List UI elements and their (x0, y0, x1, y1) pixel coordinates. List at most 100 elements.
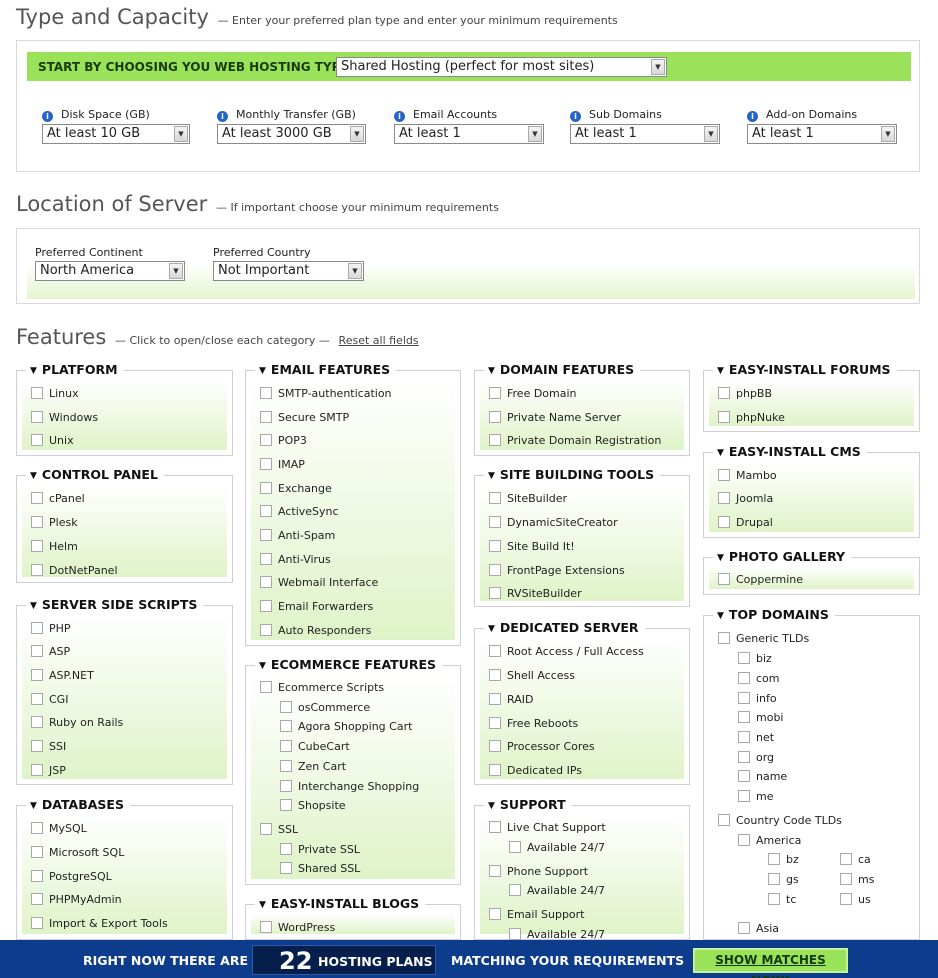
checkbox[interactable] (738, 731, 750, 743)
option-raid[interactable]: RAID (489, 693, 533, 706)
checkbox[interactable] (260, 411, 272, 423)
category-header[interactable]: ▼ SERVER SIDE SCRIPTS (26, 597, 204, 612)
option-drupal[interactable]: Drupal (718, 516, 773, 529)
option-tld-tc[interactable]: tc (768, 893, 796, 906)
info-icon[interactable]: i (394, 111, 405, 122)
checkbox[interactable] (738, 711, 750, 723)
checkbox[interactable] (718, 632, 730, 644)
category-header[interactable]: ▼ EASY-INSTALL FORUMS (713, 362, 897, 377)
checkbox[interactable] (738, 652, 750, 664)
checkbox[interactable] (280, 760, 292, 772)
checkbox[interactable] (718, 387, 730, 399)
option-anti-virus[interactable]: Anti-Virus (260, 553, 331, 566)
option-imap[interactable]: IMAP (260, 458, 305, 471)
checkbox[interactable] (718, 411, 730, 423)
category-header[interactable]: ▼ PLATFORM (26, 362, 124, 377)
option-cgi[interactable]: CGI (31, 693, 68, 706)
option-free-domain[interactable]: Free Domain (489, 387, 577, 400)
checkbox[interactable] (489, 693, 501, 705)
option-private-ssl[interactable]: Private SSL (280, 843, 360, 856)
checkbox[interactable] (280, 843, 292, 855)
option-frontpage[interactable]: FrontPage Extensions (489, 564, 625, 577)
checkbox[interactable] (738, 834, 750, 846)
checkbox[interactable] (489, 411, 501, 423)
option-php[interactable]: PHP (31, 622, 71, 635)
checkbox[interactable] (738, 922, 750, 934)
checkbox[interactable] (31, 411, 43, 423)
checkbox[interactable] (738, 692, 750, 704)
option-coppermine[interactable]: Coppermine (718, 573, 803, 586)
option-tld-name[interactable]: name (738, 770, 787, 783)
option-plesk[interactable]: Plesk (31, 516, 78, 529)
checkbox[interactable] (31, 764, 43, 776)
checkbox[interactable] (718, 492, 730, 504)
option-processor-cores[interactable]: Processor Cores (489, 740, 595, 753)
option-country-code-tlds[interactable]: Country Code TLDs (718, 814, 842, 827)
option-joomla[interactable]: Joomla (718, 492, 773, 505)
checkbox[interactable] (31, 740, 43, 752)
checkbox[interactable] (489, 387, 501, 399)
checkbox[interactable] (280, 780, 292, 792)
email-accounts-select[interactable]: At least 1 ▼ (394, 124, 544, 144)
option-zen-cart[interactable]: Zen Cart (280, 760, 346, 773)
checkbox[interactable] (31, 917, 43, 929)
option-asia[interactable]: Asia (738, 922, 779, 935)
category-header[interactable]: ▼ PHOTO GALLERY (713, 549, 852, 564)
checkbox[interactable] (260, 482, 272, 494)
option-postgresql[interactable]: PostgreSQL (31, 870, 112, 883)
checkbox[interactable] (31, 822, 43, 834)
checkbox[interactable] (509, 884, 521, 896)
option-wordpress[interactable]: WordPress (260, 921, 335, 934)
checkbox[interactable] (280, 740, 292, 752)
category-header[interactable]: ▼ DOMAIN FEATURES (484, 362, 641, 377)
checkbox[interactable] (31, 893, 43, 905)
option-tld-ca[interactable]: ca (840, 853, 871, 866)
checkbox[interactable] (489, 669, 501, 681)
checkbox[interactable] (280, 701, 292, 713)
option-aspnet[interactable]: ASP.NET (31, 669, 94, 682)
option-shared-ssl[interactable]: Shared SSL (280, 862, 360, 875)
option-cubecart[interactable]: CubeCart (280, 740, 350, 753)
checkbox[interactable] (280, 720, 292, 732)
category-header[interactable]: ▼ EMAIL FEATURES (255, 362, 397, 377)
category-header[interactable]: ▼ SUPPORT (484, 797, 572, 812)
info-icon[interactable]: i (42, 111, 53, 122)
checkbox[interactable] (738, 672, 750, 684)
option-interchange[interactable]: Interchange Shopping (280, 780, 419, 793)
checkbox[interactable] (489, 492, 501, 504)
checkbox[interactable] (738, 770, 750, 782)
checkbox[interactable] (260, 600, 272, 612)
checkbox[interactable] (840, 853, 852, 865)
option-root-access[interactable]: Root Access / Full Access (489, 645, 644, 658)
checkbox[interactable] (31, 492, 43, 504)
option-free-reboots[interactable]: Free Reboots (489, 717, 578, 730)
continent-select[interactable]: North America ▼ (35, 261, 185, 281)
checkbox[interactable] (31, 693, 43, 705)
monthly-transfer-select[interactable]: At least 3000 GB ▼ (217, 124, 366, 144)
checkbox[interactable] (509, 928, 521, 940)
category-header[interactable]: ▼ TOP DOMAINS (713, 607, 835, 622)
checkbox[interactable] (260, 387, 272, 399)
option-linux[interactable]: Linux (31, 387, 79, 400)
checkbox[interactable] (31, 516, 43, 528)
checkbox[interactable] (489, 717, 501, 729)
option-import-export[interactable]: Import & Export Tools (31, 917, 168, 930)
option-tld-us[interactable]: us (840, 893, 871, 906)
checkbox[interactable] (718, 814, 730, 826)
option-auto-responders[interactable]: Auto Responders (260, 624, 371, 637)
option-ruby-on-rails[interactable]: Ruby on Rails (31, 716, 123, 729)
checkbox[interactable] (489, 587, 501, 599)
sub-domains-select[interactable]: At least 1 ▼ (570, 124, 720, 144)
option-oscommerce[interactable]: osCommerce (280, 701, 370, 714)
option-site-build-it[interactable]: Site Build It! (489, 540, 575, 553)
option-asp[interactable]: ASP (31, 645, 70, 658)
option-unix[interactable]: Unix (31, 434, 74, 447)
checkbox[interactable] (260, 921, 272, 933)
option-private-name-server[interactable]: Private Name Server (489, 411, 621, 424)
category-header[interactable]: ▼ CONTROL PANEL (26, 467, 164, 482)
option-tld-me[interactable]: me (738, 790, 773, 803)
option-windows[interactable]: Windows (31, 411, 98, 424)
checkbox[interactable] (31, 870, 43, 882)
option-mssql[interactable]: Microsoft SQL (31, 846, 124, 859)
checkbox[interactable] (489, 516, 501, 528)
